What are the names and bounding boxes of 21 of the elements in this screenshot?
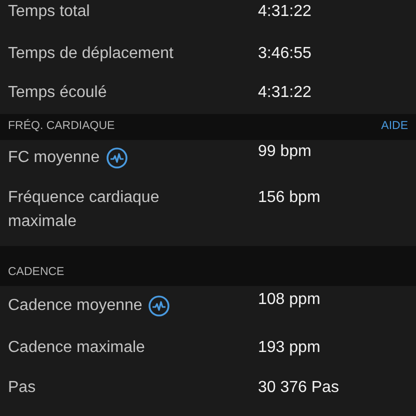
help-link[interactable]: AIDE bbox=[381, 118, 408, 135]
stat-label: FC moyenne bbox=[8, 148, 100, 168]
stat-value: 193 ppm bbox=[258, 338, 320, 358]
stat-value: 156 bpm bbox=[258, 188, 320, 208]
stat-value: 4:31:22 bbox=[258, 83, 312, 103]
stat-value: 30 376 Pas bbox=[258, 378, 339, 398]
stat-label: Temps total bbox=[8, 2, 90, 22]
heart-rate-icon[interactable] bbox=[148, 295, 170, 317]
stat-label: Pas bbox=[8, 378, 36, 398]
section-header: CADENCE bbox=[8, 264, 64, 280]
heart-rate-icon[interactable] bbox=[106, 147, 128, 169]
section-header: FRÉQ. CARDIAQUE bbox=[8, 118, 115, 134]
stat-value: 4:31:22 bbox=[258, 2, 312, 22]
stat-value: 108 ppm bbox=[258, 290, 320, 310]
stat-label: Cadence maximale bbox=[8, 338, 145, 358]
stat-label: Temps écoulé bbox=[8, 83, 107, 103]
stat-value: 99 bpm bbox=[258, 142, 312, 162]
stat-label: Cadence moyenne bbox=[8, 296, 142, 316]
stat-value: 3:46:55 bbox=[258, 44, 312, 64]
stat-label: Temps de déplacement bbox=[8, 44, 174, 64]
stat-label: Fréquence cardiaque maximale bbox=[8, 188, 160, 232]
